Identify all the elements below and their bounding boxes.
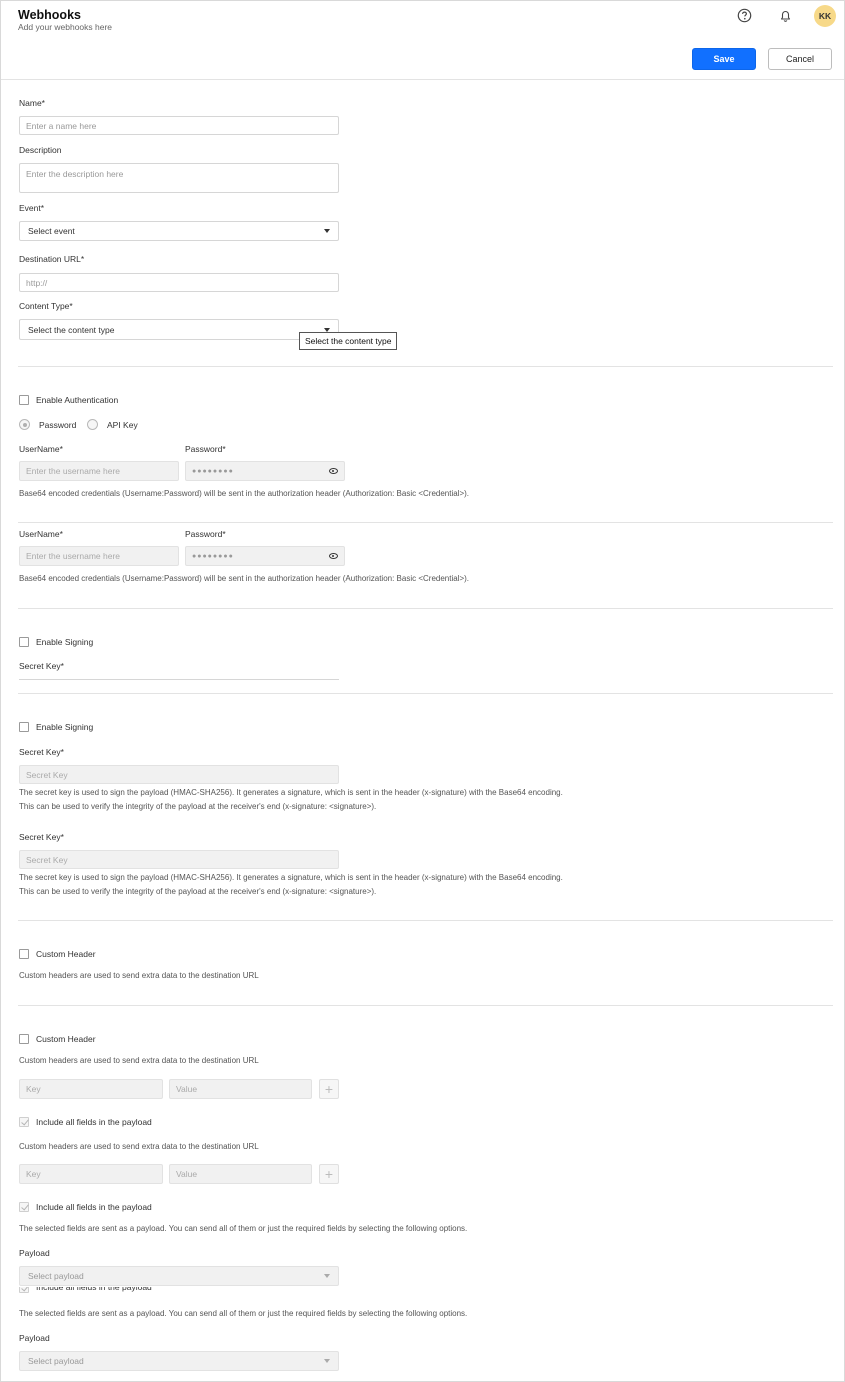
username-label: UserName* <box>19 529 63 539</box>
description-label: Description <box>19 145 62 155</box>
api-key-radio[interactable] <box>87 419 98 430</box>
header-value-input[interactable]: Value <box>169 1164 312 1184</box>
section-divider <box>18 608 833 609</box>
help-circle-icon[interactable] <box>737 8 752 23</box>
auth-help-text: Base64 encoded credentials (Username:Pas… <box>19 489 470 498</box>
section-divider <box>18 366 833 367</box>
header-divider <box>1 79 844 80</box>
signing-help-line1: The secret key is used to sign the paylo… <box>19 788 563 797</box>
content-type-label: Content Type* <box>19 301 73 311</box>
username-label: UserName* <box>19 444 63 454</box>
content-type-select-value: Select the content type <box>28 324 115 335</box>
event-select[interactable]: Select event <box>19 221 339 241</box>
include-all-fields-checkbox[interactable] <box>19 1287 29 1293</box>
password-input[interactable]: ●●●●●●●● <box>185 546 345 566</box>
caret-down-icon <box>324 229 330 233</box>
custom-header-help: Custom headers are used to send extra da… <box>19 1142 259 1151</box>
secret-key-label: Secret Key* <box>19 747 64 757</box>
enable-authentication-checkbox[interactable] <box>19 395 29 405</box>
caret-down-icon <box>324 1359 330 1363</box>
page-title: Webhooks <box>18 8 81 22</box>
secret-key-label: Secret Key* <box>19 832 64 842</box>
section-divider <box>18 522 833 523</box>
save-button[interactable]: Save <box>692 48 756 70</box>
page-subtitle: Add your webhooks here <box>18 22 113 32</box>
event-select-value: Select event <box>28 226 75 236</box>
include-all-fields-label: Include all fields in the payload <box>36 1117 152 1127</box>
description-textarea[interactable]: Enter the description here <box>19 163 339 193</box>
signing-help-line1: The secret key is used to sign the paylo… <box>19 873 563 882</box>
signing-help-line2: This can be used to verify the integrity… <box>19 802 377 811</box>
custom-header-checkbox[interactable] <box>19 1034 29 1044</box>
secret-key-input-edge <box>19 679 339 680</box>
header-key-input[interactable]: Key <box>19 1079 163 1099</box>
caret-down-icon <box>324 327 330 332</box>
username-input[interactable]: Enter the username here <box>19 546 179 566</box>
password-radio[interactable] <box>19 419 30 430</box>
content-type-select[interactable]: Select the content type <box>19 319 339 340</box>
password-input[interactable]: ●●●●●●●● <box>185 461 345 481</box>
include-all-fields-checkbox[interactable] <box>19 1117 29 1127</box>
content-type-tooltip: Select the content type <box>299 332 398 350</box>
section-divider <box>18 693 833 694</box>
signing-help-line2: This can be used to verify the integrity… <box>19 887 377 896</box>
plus-icon[interactable]: + <box>319 1079 339 1099</box>
bell-icon[interactable] <box>778 8 793 23</box>
password-label: Password* <box>185 444 226 454</box>
url-label: Destination URL* <box>19 254 85 264</box>
password-mask: ●●●●●●●● <box>192 552 234 560</box>
enable-signing-label: Enable Signing <box>36 637 94 647</box>
custom-header-help: Custom headers are used to send extra da… <box>19 971 259 980</box>
plus-icon[interactable]: + <box>319 1164 339 1184</box>
payload-select[interactable]: Select payload <box>19 1351 339 1371</box>
custom-header-checkbox[interactable] <box>19 949 29 959</box>
cancel-button[interactable]: Cancel <box>768 48 832 70</box>
eye-icon[interactable] <box>329 468 338 474</box>
payload-select[interactable]: Select payload <box>19 1266 339 1286</box>
password-radio-label: Password <box>39 420 77 430</box>
event-label: Event* <box>19 203 45 213</box>
payload-label: Payload <box>19 1248 50 1258</box>
include-all-fields-checkbox[interactable] <box>19 1202 29 1212</box>
header-value-input[interactable]: Value <box>169 1079 312 1099</box>
secret-key-input[interactable]: Secret Key <box>19 765 339 784</box>
url-input[interactable]: http:// <box>19 273 339 292</box>
header-key-input[interactable]: Key <box>19 1164 163 1184</box>
payload-label: Payload <box>19 1333 50 1343</box>
payload-select-value: Select payload <box>28 1271 84 1281</box>
enable-signing-label: Enable Signing <box>36 722 94 732</box>
custom-header-label: Custom Header <box>36 1034 96 1044</box>
section-divider <box>18 1005 833 1006</box>
custom-header-label: Custom Header <box>36 949 96 959</box>
enable-signing-checkbox[interactable] <box>19 722 29 732</box>
section-divider <box>18 920 833 921</box>
avatar[interactable]: KK <box>814 5 836 27</box>
password-mask: ●●●●●●●● <box>192 467 234 475</box>
secret-key-input[interactable]: Secret Key <box>19 850 339 869</box>
payload-help: The selected fields are sent as a payloa… <box>19 1309 468 1318</box>
eye-icon[interactable] <box>329 553 338 559</box>
clipped-include-all-row: Include all fields in the payload <box>19 1287 339 1296</box>
enable-signing-checkbox[interactable] <box>19 637 29 647</box>
caret-down-icon <box>324 1274 330 1278</box>
api-key-radio-label: API Key <box>107 420 138 430</box>
name-input[interactable]: Enter a name here <box>19 116 339 135</box>
include-all-fields-label: Include all fields in the payload <box>36 1202 152 1212</box>
payload-help: The selected fields are sent as a payloa… <box>19 1224 468 1233</box>
password-label: Password* <box>185 529 226 539</box>
include-all-fields-label: Include all fields in the payload <box>36 1287 152 1292</box>
auth-help-text: Base64 encoded credentials (Username:Pas… <box>19 574 470 583</box>
name-label: Name* <box>19 98 45 108</box>
username-input[interactable]: Enter the username here <box>19 461 179 481</box>
secret-key-label: Secret Key* <box>19 661 64 671</box>
payload-select-value: Select payload <box>28 1356 84 1366</box>
enable-authentication-label: Enable Authentication <box>36 395 119 405</box>
custom-header-help: Custom headers are used to send extra da… <box>19 1056 259 1065</box>
